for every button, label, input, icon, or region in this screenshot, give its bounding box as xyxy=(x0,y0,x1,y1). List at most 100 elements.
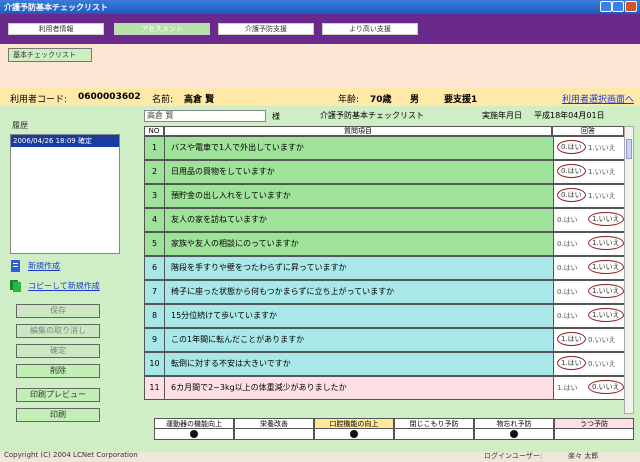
answer-no-option[interactable]: 1.いいえ xyxy=(588,143,616,153)
row-number: 8 xyxy=(145,305,165,327)
answer-no-option[interactable]: 0.いいえ xyxy=(588,335,616,345)
maximize-icon[interactable] xyxy=(612,1,624,12)
category-mark xyxy=(510,430,518,438)
answer-no-option[interactable]: 1.いいえ xyxy=(588,236,624,250)
client-name-field[interactable]: 高倉 賢 xyxy=(144,110,266,122)
cancel-edit-button[interactable]: 編集の取り消し xyxy=(16,324,100,338)
delete-button[interactable]: 削除 xyxy=(16,364,100,378)
row-question: バスや電車で1人で外出していますか xyxy=(171,143,304,152)
answer-yes-option[interactable]: 0.はい xyxy=(557,215,578,225)
scrollbar-thumb[interactable] xyxy=(626,139,632,159)
category-mark xyxy=(350,430,358,438)
user-code-label: 利用者コード: xyxy=(10,95,68,105)
answer-yes-option[interactable]: 1.はい xyxy=(557,356,586,370)
category-cell: うつ予防 xyxy=(554,418,634,440)
confirm-button[interactable]: 確定 xyxy=(16,344,100,358)
name-label: 名前: xyxy=(152,95,174,105)
history-list[interactable]: 2006/04/26 18:09 確定 xyxy=(10,134,120,254)
row-number: 7 xyxy=(145,281,165,303)
answer-yes-option[interactable]: 0.はい xyxy=(557,239,578,249)
sub-nav: 基本チェックリスト xyxy=(0,44,640,88)
table-row: 10 転倒に対する不安は大きいですか 1.はい 0.いいえ xyxy=(144,352,625,376)
answer-no-option[interactable]: 1.いいえ xyxy=(588,308,624,322)
user-info-bar: 利用者コード: 0600003602 名前: 高倉 賢 年齢: 70歳 男 要支… xyxy=(0,88,640,106)
date-label: 実施年月日 xyxy=(482,111,522,120)
answer-cell: 1.はい 0.いいえ xyxy=(553,353,625,375)
row-number: 3 xyxy=(145,185,165,207)
answer-cell: 0.はい 1.いいえ xyxy=(553,209,625,231)
answer-no-option[interactable]: 0.いいえ xyxy=(588,380,624,394)
category-cell: 栄養改善 xyxy=(234,418,314,440)
new-create-label[interactable]: 新規作成 xyxy=(28,262,60,271)
table-row: 4 友人の家を訪ねていますか 0.はい 1.いいえ xyxy=(144,208,625,232)
row-number: 9 xyxy=(145,329,165,351)
table-row: 11 6カ月間で2~3kg以上の体重減少がありましたか 1.はい 0.いいえ xyxy=(144,376,625,400)
row-question: 15分位続けて歩いていますか xyxy=(171,311,277,320)
category-label: 口腔機能の向上 xyxy=(315,419,393,429)
close-icon[interactable] xyxy=(625,1,637,12)
table-row: 6 階段を手すりや壁をつたわらずに昇っていますか 0.はい 1.いいえ xyxy=(144,256,625,280)
tab-higher-support[interactable]: より高い支援 xyxy=(322,23,418,35)
user-select-link[interactable]: 利用者選択画面へ xyxy=(562,92,634,105)
honorific-label: 様 xyxy=(272,112,280,121)
row-question: この1年間に転んだことがありますか xyxy=(171,335,305,344)
login-user: 楽々 太郎 xyxy=(568,452,599,460)
row-question: 家族や友人の相談にのっていますか xyxy=(171,239,299,248)
category-cell: 口腔機能の向上 xyxy=(314,418,394,440)
row-number: 10 xyxy=(145,353,165,375)
table-scrollbar[interactable] xyxy=(624,126,634,414)
minimize-icon[interactable] xyxy=(600,1,612,12)
print-button[interactable]: 印刷 xyxy=(16,408,100,422)
table-row: 7 椅子に座った状態から何もつかまらずに立ち上がっていますか 0.はい 1.いいえ xyxy=(144,280,625,304)
copy-create-link[interactable]: コピーして新規作成 xyxy=(10,280,100,292)
answer-no-option[interactable]: 1.いいえ xyxy=(588,167,616,177)
category-label: 運動器の機能向上 xyxy=(155,419,233,429)
table-row: 3 預貯金の出し入れをしていますか 0.はい 1.いいえ xyxy=(144,184,625,208)
answer-yes-option[interactable]: 0.はい xyxy=(557,287,578,297)
tab-prevention-support[interactable]: 介護予防支援 xyxy=(218,23,314,35)
row-question: 友人の家を訪ねていますか xyxy=(171,215,267,224)
answer-yes-option[interactable]: 0.はい xyxy=(557,263,578,273)
title-bar: 介護予防基本チェックリスト xyxy=(0,0,640,14)
answer-cell: 0.はい 1.いいえ xyxy=(553,137,625,159)
history-title: 履歴 xyxy=(12,121,28,130)
answer-yes-option[interactable]: 1.はい xyxy=(557,383,578,393)
copy-document-icon xyxy=(10,280,22,292)
new-create-link[interactable]: 新規作成 xyxy=(10,260,60,272)
basic-checklist-button[interactable]: 基本チェックリスト xyxy=(8,48,92,62)
answer-yes-option[interactable]: 0.はい xyxy=(557,311,578,321)
tab-assessment[interactable]: アセスメント xyxy=(114,23,210,35)
category-cell: 運動器の機能向上 xyxy=(154,418,234,440)
copy-create-label[interactable]: コピーして新規作成 xyxy=(28,282,100,291)
tab-user-info[interactable]: 利用者情報 xyxy=(8,23,104,35)
sex-value: 男 xyxy=(410,95,420,105)
category-label: 栄養改善 xyxy=(235,419,313,429)
history-item[interactable]: 2006/04/26 18:09 確定 xyxy=(11,135,119,147)
category-mark xyxy=(190,430,198,438)
answer-cell: 0.はい 1.いいえ xyxy=(553,281,625,303)
answer-yes-option[interactable]: 0.はい xyxy=(557,188,586,202)
answer-cell: 0.はい 1.いいえ xyxy=(553,233,625,255)
copyright-text: Copyright (C) 2004 LCNet Corporation xyxy=(4,451,138,459)
answer-no-option[interactable]: 1.いいえ xyxy=(588,212,624,226)
answer-no-option[interactable]: 0.いいえ xyxy=(588,359,616,369)
window-title: 介護予防基本チェックリスト xyxy=(4,3,108,12)
category-label: 物忘れ予防 xyxy=(475,419,553,429)
answer-no-option[interactable]: 1.いいえ xyxy=(588,260,624,274)
row-question: 椅子に座った状態から何もつかまらずに立ち上がっていますか xyxy=(171,287,395,296)
row-number: 1 xyxy=(145,137,165,159)
table-row: 2 日用品の買物をしていますか 0.はい 1.いいえ xyxy=(144,160,625,184)
save-button[interactable]: 保存 xyxy=(16,304,100,318)
answer-cell: 1.はい 0.いいえ xyxy=(553,329,625,351)
answer-no-option[interactable]: 1.いいえ xyxy=(588,284,624,298)
new-document-icon xyxy=(10,260,22,272)
login-label: ログインユーザー: xyxy=(484,452,543,460)
answer-yes-option[interactable]: 0.はい xyxy=(557,164,586,178)
answer-yes-option[interactable]: 1.はい xyxy=(557,332,586,346)
answer-no-option[interactable]: 1.いいえ xyxy=(588,191,616,201)
col-no-header: NO xyxy=(144,126,164,136)
user-code-value: 0600003602 xyxy=(78,92,141,102)
category-cell: 閉じこもり予防 xyxy=(394,418,474,440)
print-preview-button[interactable]: 印刷プレビュー xyxy=(16,388,100,402)
answer-yes-option[interactable]: 0.はい xyxy=(557,140,586,154)
